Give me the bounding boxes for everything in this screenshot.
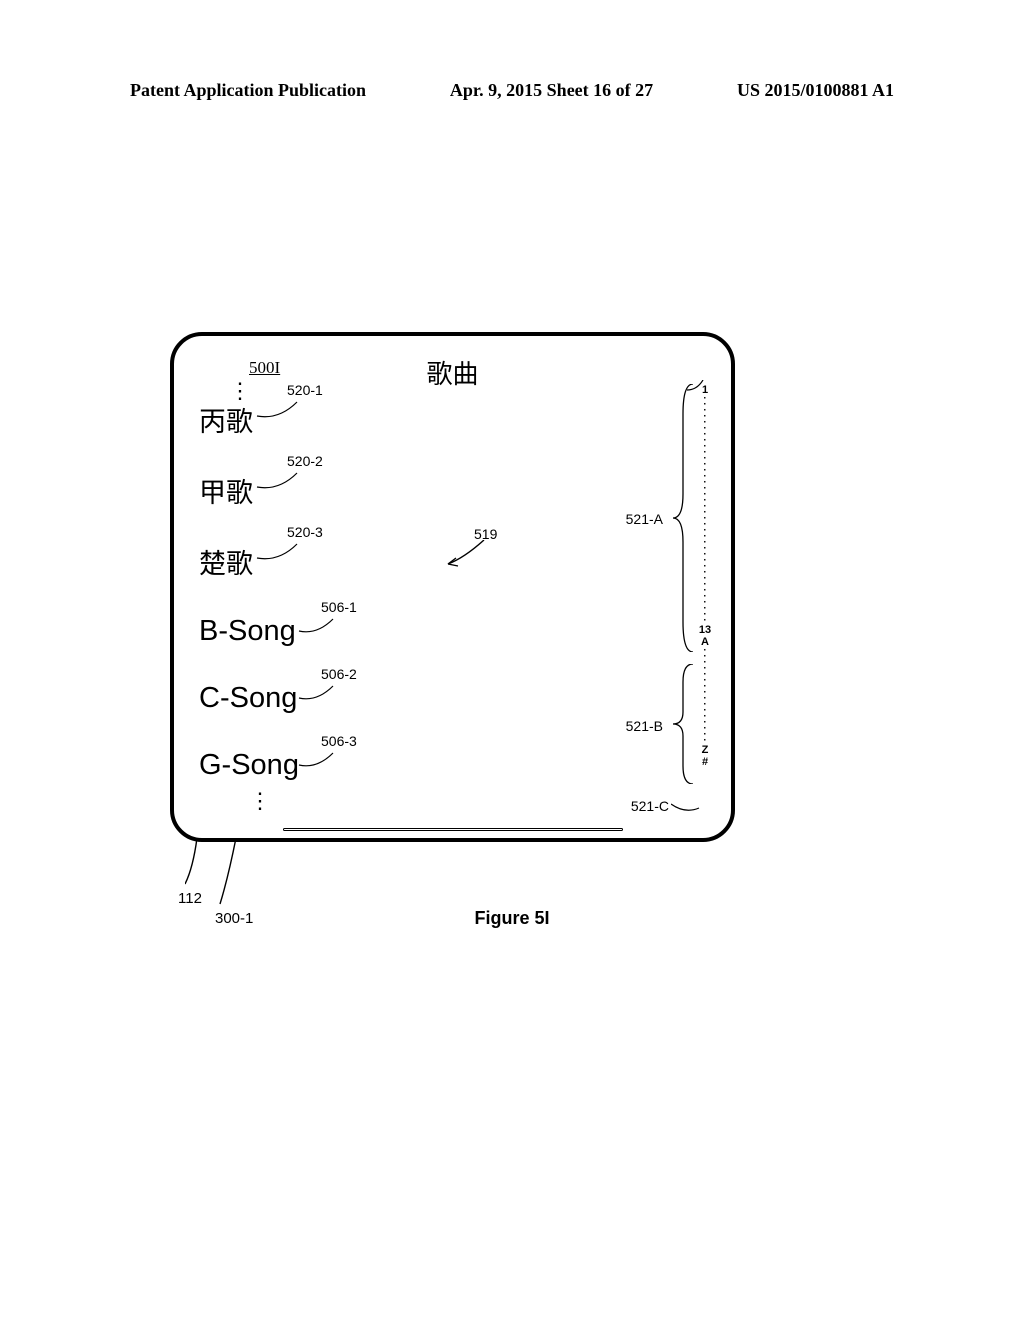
- song-label: 丙歌: [199, 400, 253, 439]
- song-label: 楚歌: [199, 542, 253, 581]
- figure-reference-number: 500I: [249, 358, 280, 378]
- index-entry[interactable]: 13: [697, 624, 713, 636]
- leader-line-icon: [185, 838, 213, 888]
- vertical-ellipsis-bottom-icon: ⋮: [249, 794, 459, 808]
- brace-a-icon: [671, 384, 695, 652]
- brace-b-icon: [671, 664, 695, 784]
- header-left: Patent Application Publication: [130, 80, 366, 101]
- vertical-ellipsis-top-icon: ⋮: [229, 384, 459, 398]
- header-right: US 2015/0100881 A1: [737, 80, 894, 101]
- song-label: 甲歌: [199, 471, 253, 510]
- patent-page: Patent Application Publication Apr. 9, 2…: [0, 0, 1024, 1320]
- device-frame: 500I 歌曲 ⋮ 520-1 丙歌 520-2 甲歌 520-3 楚歌: [170, 332, 735, 842]
- home-indicator[interactable]: [283, 828, 623, 831]
- header-center: Apr. 9, 2015 Sheet 16 of 27: [450, 80, 653, 101]
- song-item-latin-2[interactable]: 506-2 C-Song: [199, 682, 459, 715]
- figure-caption: Figure 5I: [474, 908, 549, 929]
- reference-number: 520-2: [287, 453, 323, 469]
- reference-number: 520-3: [287, 524, 323, 540]
- reference-number: 112: [178, 890, 202, 907]
- leader-line-icon: [218, 838, 246, 910]
- song-label: B-Song: [199, 615, 296, 648]
- index-entry[interactable]: #: [697, 756, 713, 768]
- leader-line-icon: [687, 380, 705, 392]
- reference-number: 506-2: [321, 666, 357, 682]
- reference-number: 300-1: [215, 910, 253, 927]
- alphabet-index[interactable]: 1 · · · · · · · · · · · · · · · · · · ·: [697, 384, 713, 824]
- brace-a-label: 521-A: [626, 511, 663, 527]
- song-item-latin-1[interactable]: 506-1 B-Song: [199, 615, 459, 648]
- song-list: ⋮ 520-1 丙歌 520-2 甲歌 520-3 楚歌 5: [199, 384, 459, 808]
- brace-c-label: 521-C: [631, 798, 669, 814]
- index-entry[interactable]: Z: [697, 744, 713, 756]
- leader-line-icon: [671, 800, 701, 816]
- brace-b-label: 521-B: [626, 718, 663, 734]
- reference-number: 506-1: [321, 599, 357, 615]
- page-header: Patent Application Publication Apr. 9, 2…: [0, 80, 1024, 101]
- pointer-arrow-icon: [444, 540, 494, 568]
- song-label: G-Song: [199, 749, 299, 782]
- song-label: C-Song: [199, 682, 297, 715]
- pointer-reference: 519: [474, 526, 497, 544]
- song-item-cjk-3[interactable]: 520-3 楚歌: [199, 542, 459, 581]
- song-item-cjk-2[interactable]: 520-2 甲歌: [199, 471, 459, 510]
- song-item-cjk-1[interactable]: 520-1 丙歌: [199, 400, 459, 439]
- reference-number: 520-1: [287, 382, 323, 398]
- song-item-latin-3[interactable]: 506-3 G-Song: [199, 749, 459, 782]
- reference-number: 506-3: [321, 733, 357, 749]
